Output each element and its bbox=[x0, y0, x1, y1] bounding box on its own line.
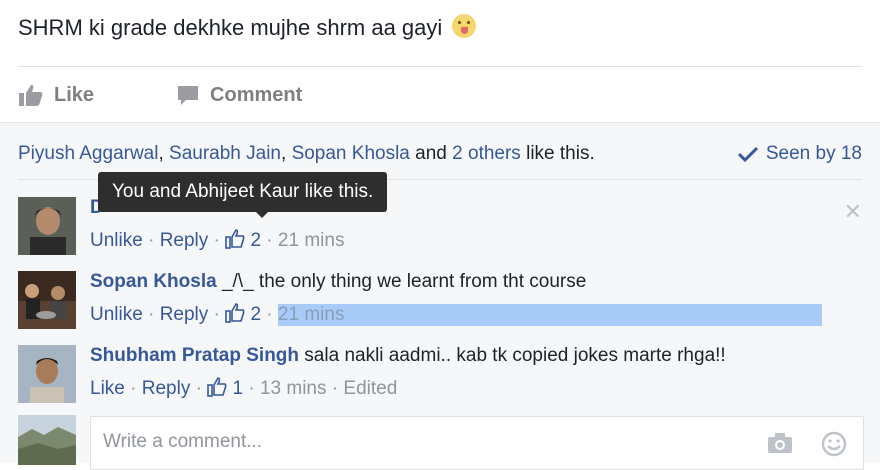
seen-by[interactable]: Seen by 18 bbox=[737, 143, 862, 165]
unlike-link[interactable]: Unlike bbox=[90, 230, 143, 251]
unlike-link[interactable]: Unlike bbox=[90, 304, 143, 325]
tongue-out-emoji-icon bbox=[452, 14, 477, 38]
like-button-label: Like bbox=[54, 83, 95, 106]
comment-icon bbox=[178, 86, 199, 105]
comment-author[interactable]: Shubham Pratap Singh bbox=[90, 345, 299, 366]
liker-link[interactable]: Saurabh Jain bbox=[169, 143, 281, 164]
comment-time[interactable]: 21 mins bbox=[278, 230, 345, 251]
thumbs-up-outline-icon bbox=[225, 303, 245, 323]
and-text: and bbox=[409, 143, 453, 164]
composer-avatar bbox=[18, 415, 76, 465]
edited-label[interactable]: Edited bbox=[343, 378, 397, 399]
comment-meta: Unlike · Reply · 2 · 21 mins bbox=[90, 229, 345, 251]
avatar[interactable] bbox=[18, 197, 76, 255]
comment-input-placeholder: Write a comment... bbox=[103, 431, 263, 452]
divider bbox=[18, 66, 862, 67]
like-count[interactable]: 1 bbox=[233, 378, 244, 399]
comment-text: _/\_ the only thing we learnt from tht c… bbox=[216, 271, 587, 292]
comment-button-label: Comment bbox=[210, 83, 303, 106]
close-icon[interactable]: ✕ bbox=[844, 199, 862, 225]
comment-time-selected[interactable]: 21 mins bbox=[277, 304, 822, 326]
checkmark-icon bbox=[737, 146, 758, 162]
avatar[interactable] bbox=[18, 271, 76, 329]
comment-meta: Unlike · Reply · 2 · 21 mins bbox=[90, 303, 822, 326]
post-text: SHRM ki grade dekhke mujhe shrm aa gayi bbox=[18, 14, 477, 41]
comment-meta: Like · Reply · 1 · 13 mins · Edited bbox=[90, 377, 398, 399]
likes-tooltip: You and Abhijeet Kaur like this. bbox=[98, 172, 388, 218]
like-count[interactable]: 2 bbox=[250, 230, 261, 251]
reply-link[interactable]: Reply bbox=[160, 230, 209, 251]
reply-link[interactable]: Reply bbox=[160, 304, 209, 325]
thumbs-up-outline-icon bbox=[207, 377, 227, 397]
liker-link[interactable]: Sopan Khosla bbox=[292, 143, 410, 164]
others-link[interactable]: 2 others bbox=[452, 143, 521, 164]
like-suffix: like this. bbox=[520, 143, 595, 164]
reply-link[interactable]: Reply bbox=[142, 378, 191, 399]
comment-button[interactable]: Comment bbox=[176, 80, 302, 110]
like-count[interactable]: 2 bbox=[250, 304, 261, 325]
liker-link[interactable]: Piyush Aggarwal bbox=[18, 143, 158, 164]
comment-item: Sopan Khosla _/\_ the only thing we lear… bbox=[18, 271, 862, 331]
like-button[interactable]: Like bbox=[18, 80, 94, 110]
post-actions: Like Comment bbox=[18, 80, 302, 110]
seen-by-label: Seen by 18 bbox=[765, 143, 862, 164]
emoji-icon[interactable] bbox=[821, 431, 847, 457]
comment-author[interactable]: Sopan Khosla bbox=[90, 271, 217, 292]
separator: , bbox=[281, 143, 292, 164]
separator: , bbox=[158, 143, 170, 164]
thumbs-up-outline-icon bbox=[225, 229, 245, 249]
camera-icon[interactable] bbox=[767, 432, 793, 454]
likes-summary: Piyush Aggarwal, Saurabh Jain, Sopan Kho… bbox=[18, 143, 595, 165]
like-link[interactable]: Like bbox=[90, 378, 125, 399]
post-text-content: SHRM ki grade dekhke mujhe shrm aa gayi bbox=[18, 15, 443, 40]
thumbs-up-icon bbox=[19, 84, 43, 106]
comment-time[interactable]: 13 mins bbox=[260, 378, 327, 399]
comment-item: Shubham Pratap Singh sala nakli aadmi.. … bbox=[18, 345, 862, 405]
avatar[interactable] bbox=[18, 345, 76, 403]
comment-text: sala nakli aadmi.. kab tk copied jokes m… bbox=[299, 345, 726, 366]
